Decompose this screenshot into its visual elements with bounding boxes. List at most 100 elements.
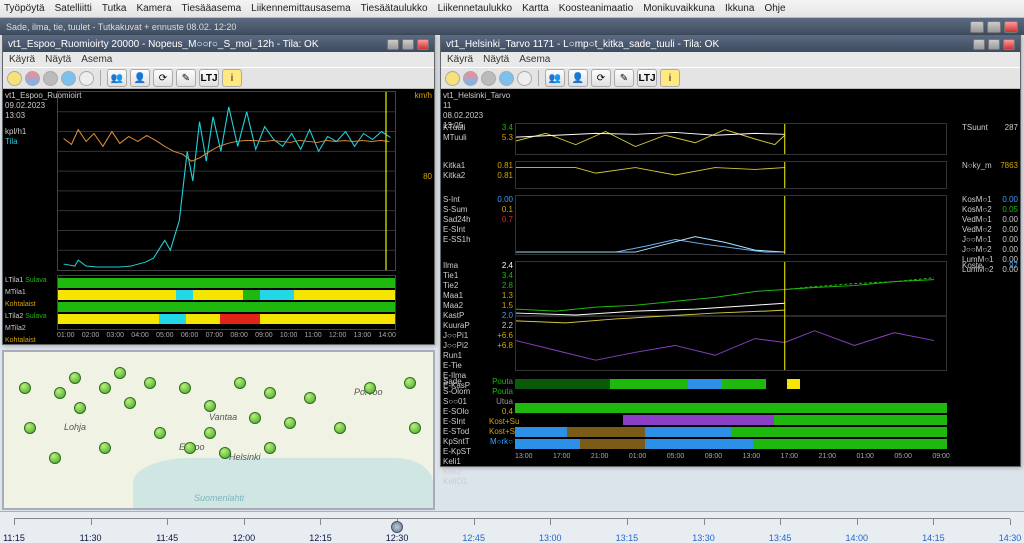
menu-item[interactable]: Monikuvaikkuna bbox=[643, 3, 715, 14]
timeline-tick-label: 13:00 bbox=[539, 533, 562, 543]
road-icon[interactable] bbox=[79, 71, 94, 86]
strip-temps[interactable] bbox=[515, 261, 947, 371]
map-label: Suomenlahti bbox=[194, 493, 244, 503]
map-station-pin[interactable] bbox=[114, 367, 126, 379]
map-station-pin[interactable] bbox=[284, 417, 296, 429]
menu-item[interactable]: Tiesääasema bbox=[182, 3, 242, 14]
map-station-pin[interactable] bbox=[249, 412, 261, 424]
persons-icon[interactable]: 👥 bbox=[107, 69, 127, 87]
thermometer-icon[interactable] bbox=[25, 71, 40, 86]
menu-item[interactable]: Ohje bbox=[764, 3, 785, 14]
map-station-pin[interactable] bbox=[264, 442, 276, 454]
info-icon[interactable]: i bbox=[222, 69, 242, 87]
ltj-button[interactable]: LTJ bbox=[199, 69, 219, 87]
ltj-button[interactable]: LTJ bbox=[637, 69, 657, 87]
panel-toolbar: 👥 👤 ⟳ ✎ LTJ i bbox=[441, 67, 1020, 89]
panel-close-button[interactable] bbox=[417, 39, 429, 50]
menu-item[interactable]: Liikennemittausasema bbox=[251, 3, 351, 14]
map-station-pin[interactable] bbox=[144, 377, 156, 389]
strip-state[interactable] bbox=[515, 377, 947, 453]
row5-values: PoutaPoutaUtua0.4Kost+SuKost+SuM○rk○ bbox=[489, 377, 513, 447]
panel-title: vt1_Helsinki_Tarvo 1171 - L○mp○t_kitka_s… bbox=[446, 39, 719, 50]
menu-item[interactable]: Tutka bbox=[102, 3, 127, 14]
map-station-pin[interactable] bbox=[264, 387, 276, 399]
refresh-icon[interactable]: ⟳ bbox=[153, 69, 173, 87]
panel-close-button[interactable] bbox=[1003, 39, 1015, 50]
map-station-pin[interactable] bbox=[334, 422, 346, 434]
timeline-tick-label: 11:30 bbox=[80, 533, 102, 543]
persons-icon[interactable]: 👥 bbox=[545, 69, 565, 87]
info-icon[interactable]: i bbox=[660, 69, 680, 87]
menu-item[interactable]: Koosteanimaatio bbox=[559, 3, 634, 14]
strip-friction[interactable] bbox=[515, 161, 947, 189]
map-station-pin[interactable] bbox=[154, 427, 166, 439]
road-icon[interactable] bbox=[517, 71, 532, 86]
map-station-pin[interactable] bbox=[204, 400, 216, 412]
map-station-pin[interactable] bbox=[99, 382, 111, 394]
right-axis-label: km/h 80 bbox=[398, 91, 432, 181]
timeline-tick-label: 13:45 bbox=[769, 533, 792, 543]
minimize-button[interactable] bbox=[970, 21, 984, 33]
map-station-pin[interactable] bbox=[304, 392, 316, 404]
thermometer-icon[interactable] bbox=[463, 71, 478, 86]
menu-item[interactable]: Tiesäätaulukko bbox=[361, 3, 428, 14]
map-station-pin[interactable] bbox=[74, 402, 86, 414]
x-axis: 13:0017:0021:0001:0005:0009:0013:0017:00… bbox=[515, 453, 950, 465]
panel-titlebar[interactable]: vt1_Espoo_Ruomioirty 20000 - Nopeus_M○○r… bbox=[3, 36, 434, 52]
refresh-icon[interactable]: ⟳ bbox=[591, 69, 611, 87]
panel-minimize-button[interactable] bbox=[973, 39, 985, 50]
submenu-item[interactable]: Asema bbox=[519, 54, 550, 65]
map-station-pin[interactable] bbox=[19, 382, 31, 394]
cloud-icon[interactable] bbox=[481, 71, 496, 86]
submenu-item[interactable]: Näytä bbox=[45, 54, 71, 65]
close-button[interactable] bbox=[1004, 21, 1018, 33]
maximize-button[interactable] bbox=[987, 21, 1001, 33]
menu-item[interactable]: Kamera bbox=[136, 3, 171, 14]
precip-icon[interactable] bbox=[61, 71, 76, 86]
menu-item[interactable]: Ikkuna bbox=[725, 3, 754, 14]
map-station-pin[interactable] bbox=[49, 452, 61, 464]
menu-item[interactable]: Työpöytä bbox=[4, 3, 45, 14]
map-station-pin[interactable] bbox=[364, 382, 376, 394]
line-plot[interactable] bbox=[57, 91, 396, 271]
panel-maximize-button[interactable] bbox=[988, 39, 1000, 50]
person-icon[interactable]: 👤 bbox=[568, 69, 588, 87]
menu-item[interactable]: Kartta bbox=[522, 3, 549, 14]
map-station-pin[interactable] bbox=[179, 382, 191, 394]
sun-icon[interactable] bbox=[7, 71, 22, 86]
person-icon[interactable]: 👤 bbox=[130, 69, 150, 87]
row3-values: 0.000.10.7 bbox=[489, 195, 513, 225]
menu-item[interactable]: Liikennetaulukko bbox=[438, 3, 513, 14]
panel-titlebar[interactable]: vt1_Helsinki_Tarvo 1171 - L○mp○t_kitka_s… bbox=[441, 36, 1020, 52]
menu-item[interactable]: Satelliitti bbox=[55, 3, 92, 14]
submenu-item[interactable]: Asema bbox=[81, 54, 112, 65]
map-station-pin[interactable] bbox=[54, 387, 66, 399]
time-slider[interactable]: 11:1511:3011:4512:0012:1512:3012:4513:00… bbox=[0, 511, 1024, 543]
submenu-item[interactable]: Näytä bbox=[483, 54, 509, 65]
map-station-pin[interactable] bbox=[24, 422, 36, 434]
map-station-pin[interactable] bbox=[124, 397, 136, 409]
sun-icon[interactable] bbox=[445, 71, 460, 86]
row1-right: TSuunt 287 bbox=[962, 123, 1018, 133]
edit-icon[interactable]: ✎ bbox=[614, 69, 634, 87]
strip-wind[interactable] bbox=[515, 123, 947, 155]
map-panel[interactable]: Lohja Espoo Helsinki Vantaa Porvoo Suome… bbox=[2, 350, 435, 510]
map-station-pin[interactable] bbox=[219, 447, 231, 459]
panel-maximize-button[interactable] bbox=[402, 39, 414, 50]
map-station-pin[interactable] bbox=[99, 442, 111, 454]
map-station-pin[interactable] bbox=[234, 377, 246, 389]
map-station-pin[interactable] bbox=[404, 377, 416, 389]
cloud-icon[interactable] bbox=[43, 71, 58, 86]
strip-precip[interactable] bbox=[515, 195, 947, 255]
map-station-pin[interactable] bbox=[184, 442, 196, 454]
row2-right: N○ky_m 7863 bbox=[962, 161, 1018, 171]
timeline-cursor[interactable] bbox=[391, 521, 403, 533]
submenu-item[interactable]: Käyrä bbox=[447, 54, 473, 65]
map-station-pin[interactable] bbox=[69, 372, 81, 384]
edit-icon[interactable]: ✎ bbox=[176, 69, 196, 87]
panel-minimize-button[interactable] bbox=[387, 39, 399, 50]
submenu-item[interactable]: Käyrä bbox=[9, 54, 35, 65]
precip-icon[interactable] bbox=[499, 71, 514, 86]
map-station-pin[interactable] bbox=[204, 427, 216, 439]
map-station-pin[interactable] bbox=[409, 422, 421, 434]
